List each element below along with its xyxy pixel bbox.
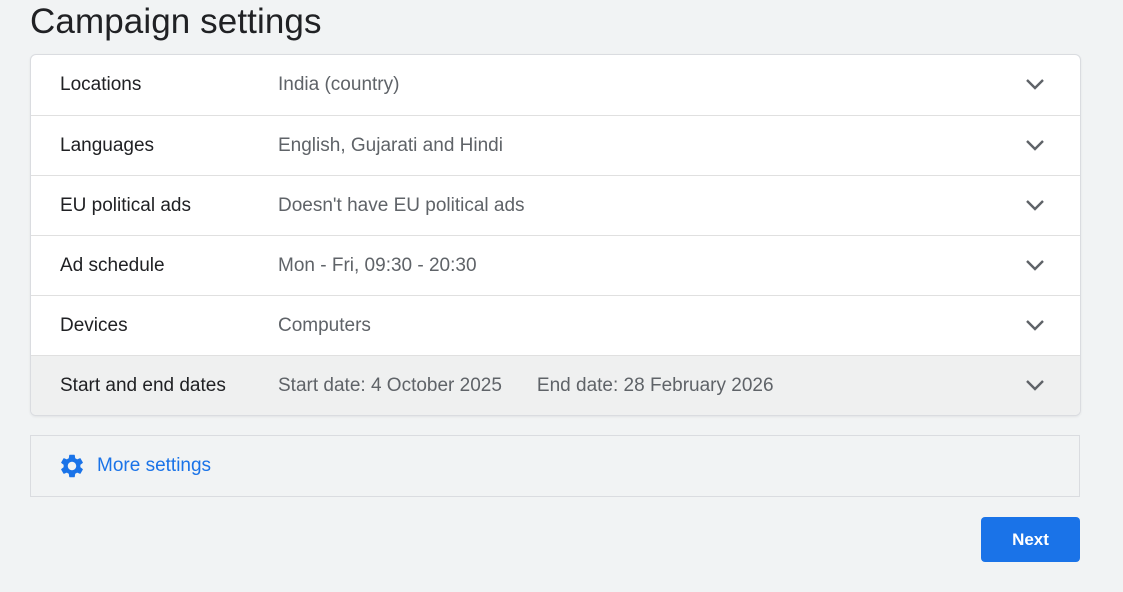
settings-row-start-end-dates[interactable]: Start and end dates Start date: 4 Octobe…	[31, 355, 1080, 415]
chevron-down-icon[interactable]	[1024, 257, 1046, 273]
settings-row-label: Ad schedule	[60, 254, 165, 276]
page-title: Campaign settings	[30, 2, 322, 41]
start-date-value: Start date: 4 October 2025	[278, 374, 502, 396]
settings-panel: Locations India (country) Languages Engl…	[30, 54, 1081, 416]
settings-row-devices[interactable]: Devices Computers	[31, 295, 1080, 355]
end-date-value: End date: 28 February 2026	[536, 374, 774, 396]
settings-row-eu-political-ads[interactable]: EU political ads Doesn't have EU politic…	[31, 175, 1080, 235]
next-button[interactable]: Next	[981, 517, 1080, 562]
settings-row-value: Mon - Fri, 09:30 - 20:30	[278, 254, 477, 276]
settings-row-label: EU political ads	[60, 194, 191, 216]
settings-row-value: Computers	[278, 314, 371, 336]
settings-row-label: Start and end dates	[60, 374, 226, 396]
settings-row-label: Locations	[60, 74, 142, 95]
settings-row-label: Devices	[60, 314, 128, 336]
gear-icon	[61, 454, 83, 478]
chevron-down-icon[interactable]	[1024, 76, 1046, 92]
settings-row-value: Start date: 4 October 2025 End date: 28 …	[278, 375, 774, 397]
chevron-down-icon[interactable]	[1024, 197, 1046, 213]
chevron-down-icon[interactable]	[1024, 137, 1046, 153]
settings-row-locations[interactable]: Locations India (country)	[31, 55, 1080, 115]
settings-row-value: English, Gujarati and Hindi	[278, 134, 503, 156]
settings-row-value: Doesn't have EU political ads	[278, 194, 525, 216]
more-settings-link[interactable]: More settings	[58, 452, 211, 480]
settings-row-ad-schedule[interactable]: Ad schedule Mon - Fri, 09:30 - 20:30	[31, 235, 1080, 295]
settings-row-value: India (country)	[278, 74, 400, 95]
settings-row-languages[interactable]: Languages English, Gujarati and Hindi	[31, 115, 1080, 175]
chevron-down-icon[interactable]	[1024, 317, 1046, 333]
settings-row-label: Languages	[60, 134, 155, 156]
more-settings-panel: More settings	[30, 435, 1080, 497]
more-settings-label: More settings	[97, 455, 212, 476]
chevron-down-icon[interactable]	[1024, 377, 1046, 393]
